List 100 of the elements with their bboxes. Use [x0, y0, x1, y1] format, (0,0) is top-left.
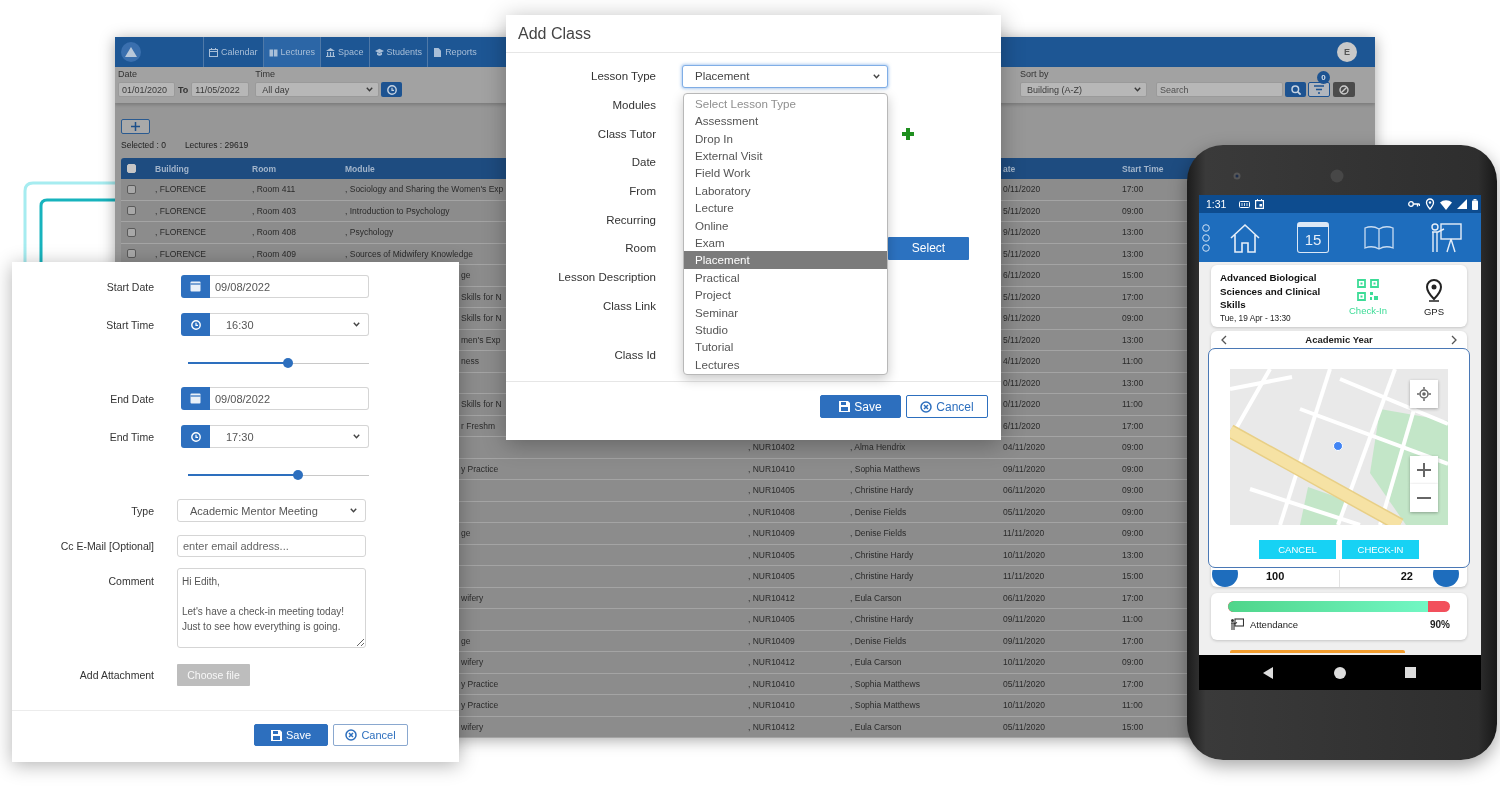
filter-icon — [1314, 85, 1324, 94]
row-checkbox[interactable] — [127, 227, 136, 237]
date-field[interactable]: 09/08/2022 — [210, 387, 369, 410]
chevron-right-icon[interactable] — [1451, 334, 1457, 345]
table-cell: , Christine Hardy — [850, 485, 914, 496]
time-select[interactable]: 17:30 — [210, 425, 369, 448]
table-cell: , NUR10409 — [748, 528, 795, 539]
table-cell: , NUR10410 — [748, 678, 795, 689]
clock-button[interactable] — [381, 82, 403, 97]
field-label: Class Tutor — [596, 127, 656, 140]
calendar-button[interactable] — [181, 275, 210, 298]
dropdown-option[interactable]: Lecture — [684, 199, 887, 217]
cancel-button[interactable]: Cancel — [906, 395, 988, 418]
calendar-button[interactable]: 15 — [1297, 222, 1329, 253]
date-field[interactable]: 11/05/2022 — [191, 82, 250, 97]
search-field[interactable]: Search — [1156, 82, 1283, 97]
slider-thumb[interactable] — [282, 358, 293, 368]
table-cell: , Room 403 — [252, 205, 296, 216]
column-header: Start Time — [1122, 163, 1164, 174]
dropdown-option[interactable]: External Visit — [684, 147, 887, 165]
block-icon — [1339, 84, 1349, 95]
table-cell: 09/11/2020 — [1003, 635, 1045, 646]
avatar[interactable]: E — [1337, 42, 1357, 62]
sort-select[interactable]: Building (A-Z) — [1020, 82, 1147, 97]
table-cell: , Sophia Matthews — [850, 700, 920, 711]
home-icon[interactable] — [1229, 222, 1261, 253]
select-button[interactable]: Select — [888, 236, 969, 260]
email-field[interactable]: enter email address... — [177, 535, 366, 557]
add-button[interactable] — [121, 119, 150, 134]
filter-button[interactable] — [1308, 82, 1330, 97]
plus-icon[interactable] — [902, 127, 914, 140]
dropdown-option[interactable]: Tutorial — [684, 338, 887, 356]
attendance-value: 90% — [1430, 619, 1450, 630]
table-cell: 13:00 — [1122, 549, 1144, 560]
select-all-checkbox[interactable] — [127, 164, 136, 173]
location-pin-icon — [1425, 279, 1443, 302]
caret-icon — [350, 508, 357, 513]
table-cell: 06/11/2020 — [1003, 592, 1045, 603]
clear-button[interactable] — [1333, 82, 1355, 97]
dropdown-option[interactable]: Exam — [684, 233, 887, 252]
time-select[interactable]: 16:30 — [210, 313, 369, 336]
type-select[interactable]: Academic Mentor Meeting — [177, 499, 366, 522]
table-cell: men's Exp — [461, 334, 501, 345]
date-field[interactable]: 01/01/2020 — [118, 82, 175, 97]
column-header: Room — [252, 163, 277, 174]
slider-thumb[interactable] — [293, 470, 304, 480]
save-button[interactable]: Save — [254, 724, 328, 746]
row-checkbox[interactable] — [127, 184, 136, 194]
period-label: Academic Year — [1305, 334, 1373, 345]
lesson-type-select[interactable]: Placement — [682, 64, 888, 88]
table-cell: 17:00 — [1122, 420, 1144, 431]
table-cell: Skills for N — [461, 399, 502, 410]
menu-icon[interactable] — [1202, 223, 1210, 252]
presenter-icon[interactable] — [1429, 222, 1463, 253]
dropdown-option[interactable]: Field Work — [684, 164, 887, 182]
minus-icon — [1417, 497, 1431, 499]
field-label: From — [628, 185, 656, 198]
row-checkbox[interactable] — [127, 249, 136, 259]
gps-button[interactable]: GPS — [1414, 279, 1454, 317]
table-cell: , NUR10409 — [748, 635, 795, 646]
dropdown-option[interactable]: Lectures — [684, 355, 887, 374]
locate-button[interactable] — [1410, 380, 1438, 408]
table-cell: , NUR10412 — [748, 721, 795, 732]
dropdown-option[interactable]: Drop In — [684, 129, 887, 147]
table-cell: 5/11/2020 — [1003, 248, 1041, 259]
dropdown-option[interactable]: Online — [684, 216, 887, 234]
status-time: 1:31 — [1206, 198, 1227, 210]
clock-button[interactable] — [181, 425, 210, 448]
dropdown-option[interactable]: Practical — [684, 268, 887, 287]
table-cell: 13:00 — [1122, 248, 1144, 259]
save-button[interactable]: Save — [820, 395, 901, 418]
table-cell: 15:00 — [1122, 721, 1144, 732]
battery-icon — [1472, 198, 1478, 210]
zoom-out-button[interactable] — [1410, 484, 1438, 512]
row-checkbox[interactable] — [127, 206, 136, 216]
dropdown-option[interactable]: Project — [684, 286, 887, 304]
calendar-button[interactable] — [181, 387, 210, 410]
back-icon[interactable] — [1263, 666, 1273, 679]
clock-button[interactable] — [181, 313, 210, 336]
field-label: Start Time — [105, 318, 154, 331]
search-button[interactable] — [1285, 82, 1306, 97]
clock-icon — [386, 84, 397, 95]
zoom-in-button[interactable] — [1410, 456, 1438, 484]
table-cell: wifery — [461, 657, 484, 668]
home-button-icon[interactable] — [1334, 666, 1346, 679]
date-field[interactable]: 09/08/2022 — [210, 275, 369, 298]
table-cell: r Freshm — [461, 420, 495, 431]
dropdown-option[interactable]: Seminar — [684, 303, 887, 321]
dropdown-option[interactable]: Laboratory — [684, 181, 887, 200]
dropdown-option[interactable]: Studio — [684, 320, 887, 339]
table-cell: , Denise Fields — [850, 528, 907, 539]
time-select[interactable]: All day — [255, 82, 380, 97]
dropdown-option[interactable]: Assessment — [684, 112, 887, 130]
table-cell: 05/11/2020 — [1003, 506, 1045, 517]
field-label: Class Id — [613, 348, 656, 361]
book-icon[interactable] — [1364, 224, 1394, 251]
chevron-left-icon[interactable] — [1221, 334, 1227, 345]
cancel-button[interactable]: Cancel — [333, 724, 408, 746]
comment-field[interactable]: Hi Edith, Let's have a check-in meeting today! Just to see how everything is going. — [177, 568, 366, 648]
dropdown-option[interactable]: Placement — [684, 251, 887, 269]
